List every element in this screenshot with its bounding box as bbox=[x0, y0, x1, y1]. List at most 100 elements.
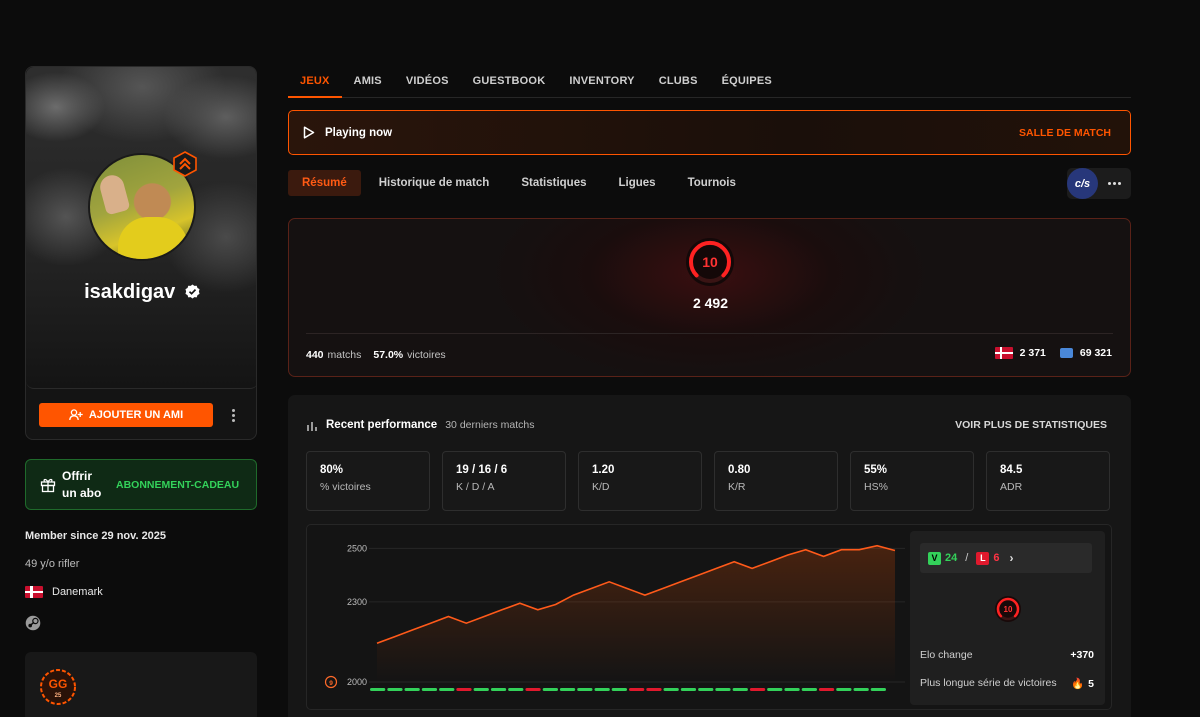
y-tick-label: 2300 bbox=[347, 597, 367, 607]
match-result-win bbox=[559, 688, 576, 691]
recent-performance-header: Recent performance 30 derniers matchs bbox=[306, 419, 535, 431]
bar-chart-icon bbox=[307, 421, 317, 431]
gift-subscription-link[interactable]: ABONNEMENT-CADEAU bbox=[116, 479, 239, 491]
match-result-win bbox=[473, 688, 489, 691]
chevron-right-icon: › bbox=[1009, 551, 1014, 565]
elo-area bbox=[377, 545, 895, 682]
match-result-win bbox=[387, 688, 403, 691]
tab-guestbook[interactable]: GUESTBOOK bbox=[461, 75, 558, 98]
losses-count: 6 bbox=[993, 552, 1000, 564]
subtab-tournaments[interactable]: Tournois bbox=[674, 170, 750, 196]
play-icon bbox=[303, 126, 315, 139]
match-result-win bbox=[853, 688, 869, 691]
match-result-win bbox=[404, 688, 420, 691]
region-icon bbox=[1059, 348, 1073, 358]
stat-label: K/R bbox=[728, 481, 746, 493]
match-result-win bbox=[801, 688, 817, 691]
skill-level-number: 10 bbox=[1004, 605, 1013, 614]
elo-change-label: Elo change bbox=[920, 649, 973, 661]
match-result-win bbox=[490, 688, 507, 691]
match-result-loss bbox=[818, 688, 835, 691]
more-icon[interactable] bbox=[1108, 182, 1121, 185]
win-badge: V bbox=[928, 551, 941, 565]
gift-text: Offrir un abo bbox=[62, 468, 102, 500]
tab-clubs[interactable]: CLUBS bbox=[647, 75, 710, 98]
match-result-win bbox=[698, 688, 714, 691]
verified-icon bbox=[185, 284, 200, 299]
stat-label: ADR bbox=[1000, 481, 1023, 493]
winrate-value: 57.0% bbox=[373, 349, 404, 361]
add-user-icon bbox=[68, 409, 83, 421]
member-since: Member since 29 nov. 2025 bbox=[25, 530, 167, 542]
skill-level-number: 10 bbox=[702, 254, 718, 270]
match-result-win bbox=[439, 688, 455, 691]
match-result-win bbox=[611, 688, 627, 691]
match-result-win bbox=[767, 688, 783, 691]
win-streak-row: Plus longue série de victoires 🔥 5 bbox=[920, 677, 1094, 690]
more-options-button[interactable] bbox=[226, 405, 240, 425]
match-result-win bbox=[542, 688, 558, 691]
wins-count: 24 bbox=[945, 552, 958, 564]
add-friend-button[interactable]: AJOUTER UN AMI bbox=[39, 403, 213, 427]
profile-banner: isakdigav bbox=[26, 67, 256, 389]
denmark-flag-icon bbox=[994, 347, 1013, 359]
match-result-win bbox=[663, 688, 679, 691]
match-result-win bbox=[836, 688, 852, 691]
matches-count: 440 bbox=[306, 349, 324, 361]
see-more-stats-link[interactable]: VOIR PLUS DE STATISTIQUES bbox=[955, 419, 1107, 431]
match-result-win bbox=[715, 688, 731, 691]
match-result-loss bbox=[456, 688, 472, 691]
tab-amis[interactable]: AMIS bbox=[342, 75, 394, 98]
gift-icon bbox=[40, 478, 56, 492]
stat-label: K / D / A bbox=[456, 481, 495, 493]
tab-jeux[interactable]: JEUX bbox=[288, 75, 342, 98]
stat-value: 19 / 16 / 6 bbox=[456, 464, 508, 476]
winrate-label: victoires bbox=[407, 349, 446, 361]
elo-change-value: +370 bbox=[1070, 649, 1094, 661]
steam-icon[interactable] bbox=[25, 615, 41, 631]
match-room-link[interactable]: SALLE DE MATCH bbox=[1019, 127, 1116, 139]
country-name: Danemark bbox=[52, 586, 103, 598]
stat-value: 80% bbox=[320, 464, 344, 476]
match-result-win bbox=[508, 688, 524, 691]
match-result-loss bbox=[646, 688, 662, 691]
stat-tile-kr: 0.80 K/R bbox=[714, 451, 838, 511]
subtab-match-history[interactable]: Historique de match bbox=[365, 170, 504, 196]
match-result-win bbox=[421, 688, 438, 691]
elo-value: 2 492 bbox=[692, 295, 729, 311]
stat-value: 84.5 bbox=[1000, 464, 1023, 476]
separator: / bbox=[965, 552, 969, 564]
win-loss-row[interactable]: V 24 / L 6 › bbox=[920, 543, 1092, 573]
tab-equipes[interactable]: ÉQUIPES bbox=[710, 75, 784, 98]
stat-tile-adr: 84.5 ADR bbox=[986, 451, 1110, 511]
recent-performance-title: Recent performance bbox=[326, 419, 438, 431]
region-rank[interactable]: 69 321 bbox=[1080, 347, 1112, 359]
tab-videos[interactable]: VIDÉOS bbox=[394, 75, 461, 98]
match-summary: 440 matchs 57.0% victoires bbox=[306, 349, 446, 361]
elo-history-chart[interactable]: 2000 2300 2500 9 bbox=[307, 525, 907, 710]
elo-chart-box: 2000 2300 2500 9 V 24 / L 6 › 10 Elo cha… bbox=[306, 524, 1112, 710]
gift-subscription-box[interactable]: Offrir un abo ABONNEMENT-CADEAU bbox=[25, 459, 257, 510]
country-rank[interactable]: 2 371 bbox=[1020, 347, 1046, 359]
elo-card: 10 2 492 440 matchs 57.0% victoires 2 371 … bbox=[288, 218, 1131, 377]
level-badge-icon bbox=[173, 151, 197, 177]
matches-label: matchs bbox=[327, 349, 362, 361]
subtab-leagues[interactable]: Ligues bbox=[605, 170, 670, 196]
match-result-loss bbox=[749, 688, 766, 691]
subtab-statistics[interactable]: Statistiques bbox=[507, 170, 600, 196]
results-panel: V 24 / L 6 › 10 Elo change +370 Plus lon… bbox=[910, 531, 1105, 705]
subtab-resume[interactable]: Résumé bbox=[288, 170, 361, 196]
username-row: isakdigav bbox=[26, 281, 256, 304]
country-row: Danemark bbox=[25, 586, 103, 598]
gg-badge-icon: GG 25 bbox=[40, 669, 76, 705]
match-result-win bbox=[370, 688, 386, 691]
stat-value: 55% bbox=[864, 464, 888, 476]
stat-label: K/D bbox=[592, 481, 610, 493]
tab-inventory[interactable]: INVENTORY bbox=[557, 75, 646, 98]
username: isakdigav bbox=[84, 281, 176, 303]
game-selector[interactable]: c/s bbox=[1067, 168, 1131, 199]
playing-now-banner[interactable]: Playing now SALLE DE MATCH bbox=[288, 110, 1131, 155]
recent-performance-subtitle: 30 derniers matchs bbox=[445, 419, 535, 431]
win-streak-label: Plus longue série de victoires bbox=[920, 677, 1057, 689]
elo-change-row: Elo change +370 bbox=[920, 649, 1094, 661]
